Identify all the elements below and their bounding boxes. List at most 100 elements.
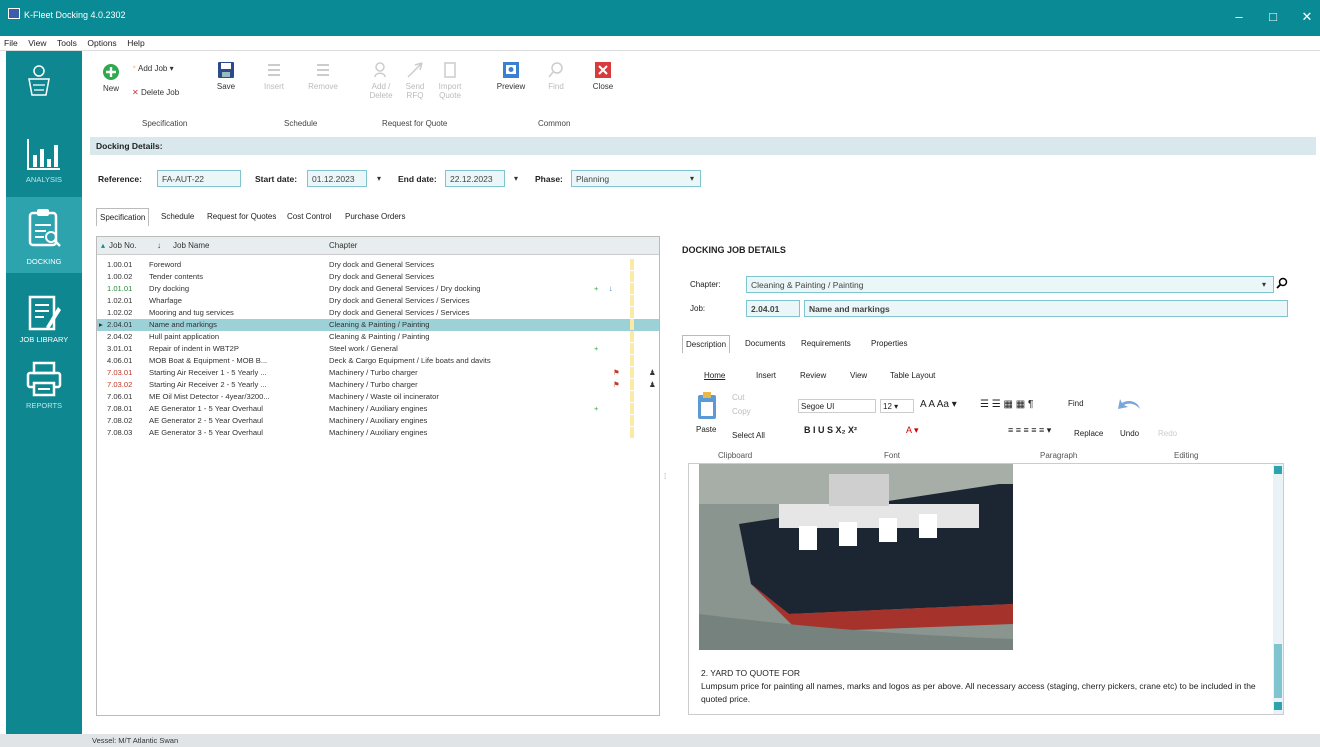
save-button[interactable]: Save	[214, 61, 238, 91]
scroll-thumb[interactable]	[1274, 644, 1282, 698]
menu-file[interactable]: File	[0, 36, 22, 50]
description-editor[interactable]: 2. YARD TO QUOTE FOR Lumpsum price for p…	[688, 463, 1284, 715]
list-buttons[interactable]: ☰ ☰ ▦ ▦ ¶	[980, 399, 1033, 410]
sidebar-item-analysis[interactable]: ANALYSIS	[6, 123, 82, 185]
sidebar-item-job-library[interactable]: JOB LIBRARY	[6, 283, 82, 345]
job-name-cell: Wharfage	[149, 296, 182, 305]
new-button[interactable]: New	[98, 63, 124, 93]
table-row[interactable]: 3.01.01 Repair of indent in WBT2P Steel wo…	[97, 343, 659, 355]
col-chapter[interactable]: Chapter	[329, 241, 357, 250]
job-no-cell: 1.02.02	[107, 308, 133, 317]
splitter-handle[interactable]: ⁞	[664, 472, 666, 481]
job-details-title: DOCKING JOB DETAILS	[682, 245, 786, 255]
chapter-search-icon[interactable]	[1276, 277, 1288, 289]
maximize-button[interactable]: □	[1256, 6, 1290, 28]
tab-requirements[interactable]: Requirements	[798, 335, 854, 352]
table-row[interactable]: 7.08.03 AE Generator 3 - 5 Year Overhaul M…	[97, 427, 659, 439]
style-buttons[interactable]: B I U S X₂ X²	[804, 425, 857, 435]
redo-button[interactable]: Redo	[1158, 429, 1177, 438]
chapter-dropdown-icon[interactable]: ▾	[1262, 280, 1266, 289]
start-date-field[interactable]: 01.12.2023	[307, 170, 367, 187]
rfq-add-delete-button[interactable]: Add / Delete	[368, 61, 394, 100]
crest-logo-icon	[28, 65, 50, 96]
font-format-buttons[interactable]: A A Aa ▾	[920, 399, 957, 410]
add-job-button[interactable]: ⁺ Add Job ▾	[132, 64, 174, 73]
tab-cost-control[interactable]: Cost Control	[284, 208, 334, 225]
table-row[interactable]: 7.03.01 Starting Air Receiver 1 - 5 Yearl…	[97, 367, 659, 379]
close-button[interactable]: Close	[590, 61, 616, 91]
reference-field[interactable]: FA-AUT-22	[157, 170, 241, 187]
replace-button[interactable]: Replace	[1074, 429, 1103, 438]
table-row[interactable]: 7.08.01 AE Generator 1 - 5 Year Overhaul M…	[97, 403, 659, 415]
start-date-dropdown-icon[interactable]: ▾	[377, 174, 381, 183]
chapter-field[interactable]: Cleaning & Painting / Painting	[746, 276, 1274, 293]
scroll-up-icon[interactable]	[1274, 466, 1282, 474]
person-search-icon	[374, 62, 386, 78]
menu-view[interactable]: View	[24, 36, 50, 50]
editor-tab-review[interactable]: Review	[800, 371, 826, 380]
scroll-down-icon[interactable]	[1274, 702, 1282, 710]
status-marker	[630, 415, 634, 426]
editor-tab-home[interactable]: Home	[704, 371, 725, 380]
rfq-add-delete-label: Add / Delete	[369, 82, 393, 100]
editor-tab-table-layout[interactable]: Table Layout	[890, 371, 935, 380]
table-row[interactable]: 7.06.01 ME Oil Mist Detector - 4year/3200…	[97, 391, 659, 403]
tab-schedule[interactable]: Schedule	[158, 208, 197, 225]
table-row[interactable]: 1.02.01 Wharfage Dry dock and General Serv…	[97, 295, 659, 307]
end-date-dropdown-icon[interactable]: ▾	[514, 174, 518, 183]
new-button-label: New	[102, 84, 119, 93]
col-job-name[interactable]: Job Name	[173, 241, 209, 250]
phase-select[interactable]: Planning	[571, 170, 701, 187]
job-name-field[interactable]: Name and markings	[804, 300, 1288, 317]
send-rfq-button[interactable]: Send RFQ	[402, 61, 428, 100]
menu-help[interactable]: Help	[123, 36, 148, 50]
font-color-button[interactable]: A ▾	[906, 425, 919, 436]
job-name-cell: Starting Air Receiver 2 - 5 Yearly ...	[149, 380, 267, 389]
phase-dropdown-icon[interactable]: ▾	[690, 174, 694, 183]
paste-button[interactable]: Paste	[696, 425, 716, 434]
sidebar-item-docking[interactable]: DOCKING	[6, 197, 82, 273]
group-font: Font	[884, 451, 901, 460]
table-row[interactable]: 1.01.01 Dry docking Dry dock and General S…	[97, 283, 659, 295]
editor-tab-insert[interactable]: Insert	[756, 371, 776, 380]
table-row[interactable]: 2.04.02 Hull paint application Cleaning & …	[97, 331, 659, 343]
table-row[interactable]: 1.00.01 Foreword Dry dock and General Serv…	[97, 259, 659, 271]
import-quote-button[interactable]: Import Quote	[434, 61, 466, 100]
font-size-select[interactable]: 12 ▾	[880, 399, 914, 413]
align-buttons[interactable]: ≡ ≡ ≡ ≡ ≡ ▾	[1008, 425, 1051, 436]
menu-tools[interactable]: Tools	[53, 36, 81, 50]
col-job-no[interactable]: Job No.	[109, 241, 137, 250]
table-row[interactable]: 7.03.02 Starting Air Receiver 2 - 5 Yearl…	[97, 379, 659, 391]
select-all-button[interactable]: Select All	[732, 431, 765, 440]
tab-documents[interactable]: Documents	[742, 335, 788, 352]
menu-options[interactable]: Options	[83, 36, 120, 50]
job-number-field[interactable]: 2.04.01	[746, 300, 800, 317]
table-row[interactable]: 1.00.02 Tender contents Dry dock and Gener…	[97, 271, 659, 283]
sidebar-item-reports[interactable]: REPORTS	[6, 349, 82, 411]
table-row[interactable]: 1.02.02 Mooring and tug services Dry dock …	[97, 307, 659, 319]
status-marker	[630, 343, 634, 354]
find-button[interactable]: Find	[542, 61, 570, 91]
tab-properties[interactable]: Properties	[868, 335, 910, 352]
delete-job-button[interactable]: ✕ Delete Job	[132, 88, 179, 97]
tab-specification[interactable]: Specification	[96, 208, 150, 226]
table-row[interactable]: ▸ 2.04.01 Name and markings Cleaning & Pain…	[97, 319, 659, 331]
tab-description[interactable]: Description	[682, 335, 731, 353]
end-date-field[interactable]: 22.12.2023	[445, 170, 505, 187]
copy-button[interactable]: Copy	[732, 407, 751, 416]
undo-button[interactable]: Undo	[1120, 429, 1139, 438]
tab-purchase-orders[interactable]: Purchase Orders	[342, 208, 408, 225]
remove-button[interactable]: Remove	[306, 61, 340, 91]
font-name-select[interactable]: Segoe UI	[798, 399, 876, 413]
editor-scrollbar[interactable]	[1273, 464, 1283, 714]
preview-button[interactable]: Preview	[494, 61, 528, 91]
tab-rfq[interactable]: Request for Quotes	[204, 208, 279, 225]
editor-tab-view[interactable]: View	[850, 371, 867, 380]
table-row[interactable]: 7.08.02 AE Generator 2 - 5 Year Overhaul M…	[97, 415, 659, 427]
minimize-button[interactable]: –	[1222, 6, 1256, 28]
table-row[interactable]: 4.06.01 MOB Boat & Equipment - MOB B... De…	[97, 355, 659, 367]
close-window-button[interactable]: ✕	[1290, 6, 1320, 28]
insert-button[interactable]: Insert	[258, 61, 290, 91]
cut-button[interactable]: Cut	[732, 393, 744, 402]
find-text-button[interactable]: Find	[1068, 399, 1084, 408]
